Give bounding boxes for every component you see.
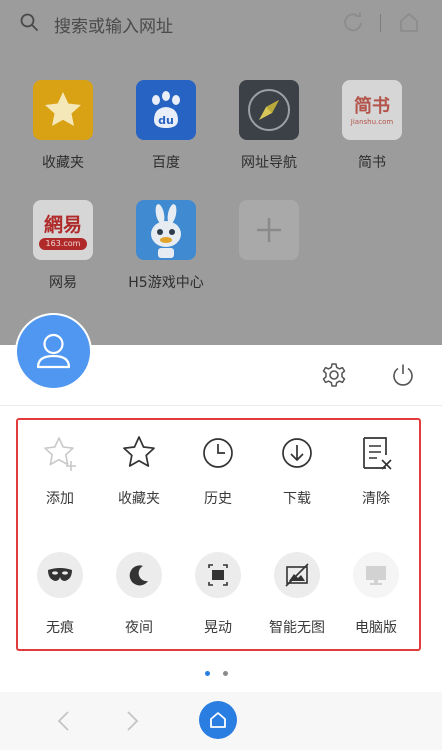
menu-label: 夜间 [125,620,153,636]
netease-logo-text: 網易 [43,214,82,236]
shortcut-label: 简书 [358,155,386,171]
shortcut-label: 网易 [49,275,77,291]
menu-label: 无痕 [46,620,74,636]
star-icon [33,80,93,140]
menu-label: 收藏夹 [118,491,160,507]
h5-game-mascot-icon [136,200,196,260]
menu-label: 历史 [204,491,232,507]
netease-logo-sub: 163.com [39,238,87,250]
shortcut-nav[interactable]: 网址导航 [224,80,314,172]
shortcut-label: H5游戏中心 [128,275,204,291]
svg-text:du: du [158,114,174,127]
refresh-icon[interactable] [342,11,364,33]
menu-desktop-mode[interactable]: 电脑版 [337,552,415,637]
menu-download[interactable]: 下载 [258,430,336,508]
menu-clear[interactable]: 清除 [337,430,415,508]
incognito-mask-icon [37,552,83,598]
no-image-icon [274,552,320,598]
drawer-divider [0,405,442,406]
jianshu-logo-text: 简书 [354,96,390,117]
search-icon [20,13,38,31]
add-bookmark-icon [37,430,83,476]
page-dot[interactable] [223,671,228,676]
search-placeholder[interactable]: 搜索或输入网址 [54,12,173,37]
baidu-paw-icon: du [136,80,196,140]
forward-arrow-icon[interactable] [118,708,144,734]
menu-label: 智能无图 [269,620,325,636]
shortcut-netease[interactable]: 網易 163.com 网易 [18,200,108,292]
shortcut-h5-games[interactable]: H5游戏中心 [121,200,211,292]
home-icon [210,712,226,728]
home-button[interactable] [199,701,237,739]
shortcut-label: 百度 [152,155,180,171]
browser-home-overlay[interactable]: 搜索或输入网址 收藏夹 du 百度 网址导航 简书 Jianshu.com 简书… [0,0,442,345]
menu-incognito[interactable]: 无痕 [21,552,99,637]
shortcut-baidu[interactable]: du 百度 [121,80,211,172]
menu-no-image[interactable]: 智能无图 [258,552,336,637]
menu-favorites[interactable]: 收藏夹 [100,430,178,508]
menu-label: 晃动 [204,620,232,636]
netease-logo-icon: 網易 163.com [33,200,93,260]
moon-icon [116,552,162,598]
menu-add-bookmark[interactable]: 添加 [21,430,99,508]
shortcut-label: 网址导航 [241,155,297,171]
compass-icon [239,80,299,140]
clock-icon [195,430,241,476]
address-bar[interactable]: 搜索或输入网址 [0,0,442,46]
clear-icon [353,430,399,476]
home-outline-icon[interactable] [398,11,420,33]
menu-label: 清除 [362,491,390,507]
user-avatar[interactable] [15,313,92,390]
toolbar-separator [380,14,381,32]
download-icon [274,430,320,476]
settings-gear-icon[interactable] [321,362,347,388]
star-outline-icon [116,430,162,476]
menu-history[interactable]: 历史 [179,430,257,508]
power-icon[interactable] [390,362,416,388]
avatar [17,315,90,388]
jianshu-logo-sub: Jianshu.com [350,118,394,126]
shortcut-jianshu[interactable]: 简书 Jianshu.com 简书 [327,80,417,172]
back-arrow-icon[interactable] [52,708,78,734]
user-icon [36,333,71,369]
menu-label: 下载 [283,491,311,507]
add-icon [239,200,299,260]
jianshu-logo-icon: 简书 Jianshu.com [342,80,402,140]
shortcut-add[interactable] [224,200,314,260]
shake-icon [195,552,241,598]
shortcut-favorites[interactable]: 收藏夹 [18,80,108,172]
menu-shake[interactable]: 晃动 [179,552,257,637]
page-indicator [205,671,235,677]
menu-label: 电脑版 [355,620,397,636]
menu-night-mode[interactable]: 夜间 [100,552,178,637]
menu-label: 添加 [46,491,74,507]
shortcut-label: 收藏夹 [42,155,84,171]
page-dot-active [205,671,210,676]
desktop-icon [353,552,399,598]
